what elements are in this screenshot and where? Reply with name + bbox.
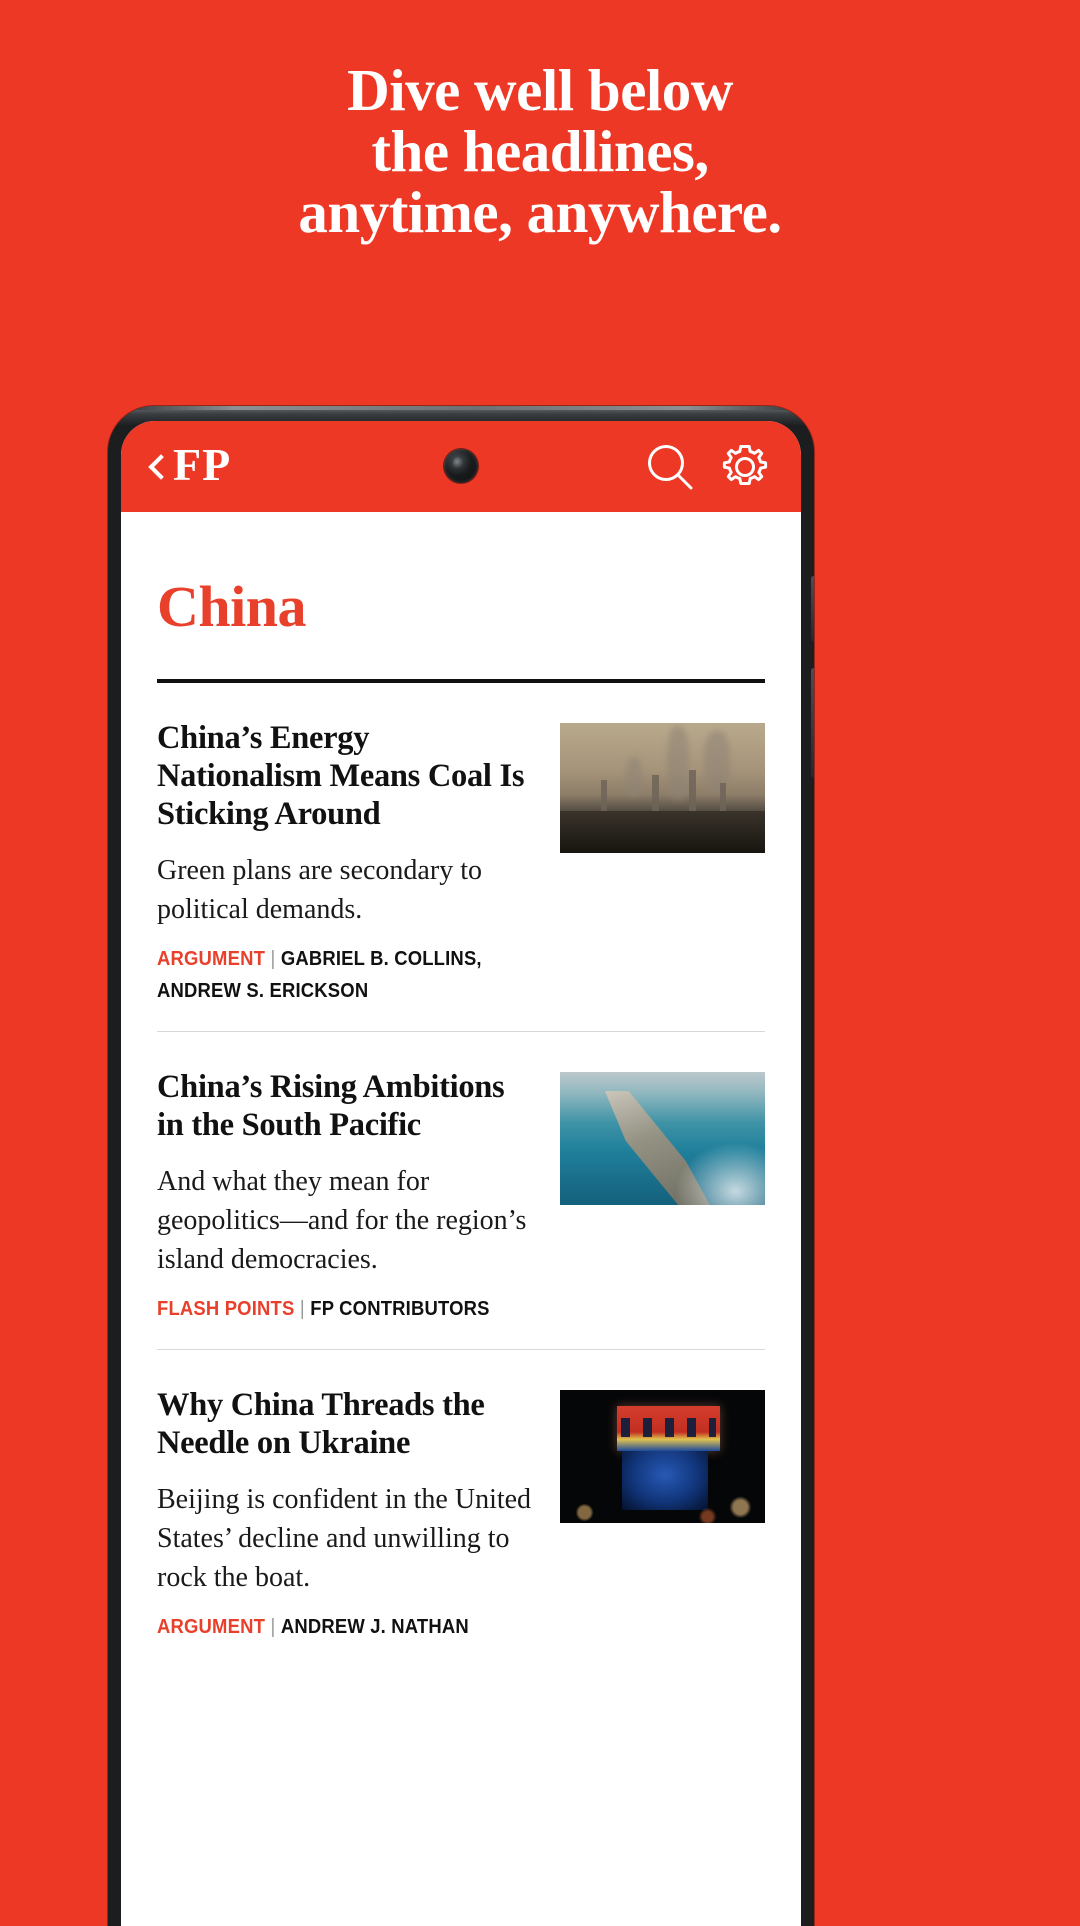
article-category[interactable]: FLASH POINTS (157, 1297, 294, 1320)
article-text: China’s Rising Ambitions in the South Pa… (157, 1068, 535, 1325)
phone-screen: FP China China’s Energy Nationalism Mean… (121, 421, 801, 1926)
search-icon[interactable] (641, 438, 699, 496)
article-list-item[interactable]: China’s Energy Nationalism Means Coal Is… (157, 683, 765, 1032)
article-authors[interactable]: ANDREW J. NATHAN (281, 1615, 469, 1638)
article-dek: Green plans are secondary to political d… (157, 855, 482, 925)
camera-punch-hole (444, 449, 478, 483)
byline-separator: | (270, 1615, 276, 1638)
promo-line-3: anytime, anywhere. (298, 179, 782, 245)
promo-line-2: the headlines, (371, 118, 709, 184)
promo-line-1: Dive well below (347, 57, 733, 123)
byline-separator: | (299, 1297, 305, 1320)
chevron-left-icon[interactable] (145, 450, 167, 484)
article-byline: ARGUMENT | ANDREW J. NATHAN (157, 1611, 535, 1643)
article-byline: ARGUMENT | GABRIEL B. COLLINS, ANDREW S. E… (157, 943, 535, 1007)
article-category[interactable]: ARGUMENT (157, 947, 265, 970)
article-dek: Beijing is confident in the United State… (157, 1484, 532, 1593)
article-text: China’s Energy Nationalism Means Coal Is… (157, 719, 535, 1007)
article-category[interactable]: ARGUMENT (157, 1615, 265, 1638)
gear-icon[interactable] (717, 439, 773, 495)
fp-logo[interactable]: FP (173, 441, 231, 488)
promo-headline: Dive well below the headlines, anytime, … (0, 60, 1080, 243)
article-title[interactable]: Why China Threads the Needle on Ukraine (157, 1386, 535, 1462)
phone-mockup: FP China China’s Energy Nationalism Mean… (108, 406, 814, 1926)
article-list-item[interactable]: Why China Threads the Needle on Ukraine … (157, 1350, 765, 1667)
article-list-page: China China’s Energy Nationalism Means C… (121, 512, 801, 1667)
article-dek: And what they mean for geopolitics—and f… (157, 1166, 527, 1275)
article-text: Why China Threads the Needle on Ukraine … (157, 1386, 535, 1643)
byline-separator: | (270, 947, 276, 970)
article-list-item[interactable]: China’s Rising Ambitions in the South Pa… (157, 1032, 765, 1350)
article-thumbnail[interactable] (560, 1072, 765, 1205)
phone-volume-button (811, 576, 814, 642)
article-byline: FLASH POINTS | FP CONTRIBUTORS (157, 1293, 535, 1325)
article-thumbnail[interactable] (560, 723, 765, 853)
page-title: China (157, 574, 307, 639)
article-title[interactable]: China’s Energy Nationalism Means Coal Is… (157, 719, 535, 833)
phone-power-button (811, 668, 814, 778)
article-title[interactable]: China’s Rising Ambitions in the South Pa… (157, 1068, 535, 1144)
app-header: FP (121, 421, 801, 512)
article-thumbnail[interactable] (560, 1390, 765, 1523)
article-authors[interactable]: FP CONTRIBUTORS (310, 1297, 489, 1320)
